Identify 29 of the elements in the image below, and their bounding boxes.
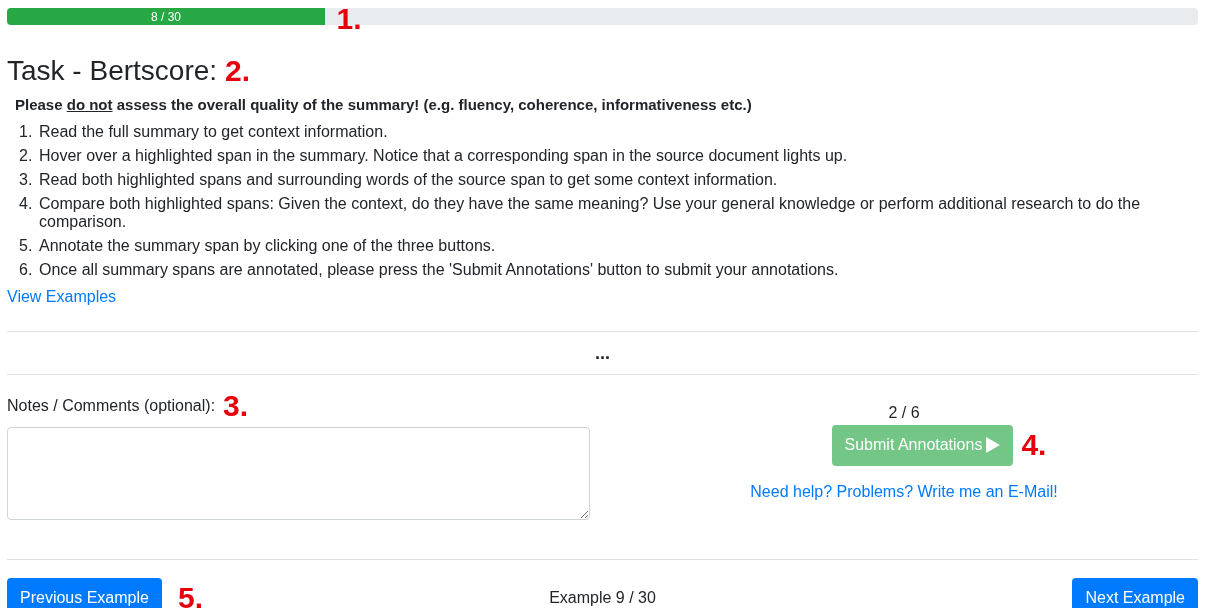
notes-field[interactable]	[7, 426, 590, 520]
annotation-number: 5.	[177, 582, 203, 608]
play-icon	[986, 437, 1001, 453]
view-examples-link[interactable]: View Examples	[7, 284, 1198, 309]
step-text: Hover over a highlighted span in the summary. Notice that a corresponding span in the source document lights up.	[39, 146, 848, 165]
ellipsis: ...	[594, 341, 611, 365]
step-number: 2.	[19, 146, 34, 165]
step-text: Read both highlighted spans and surrounding words of the source span to get some context information.	[39, 170, 778, 189]
step-number: 6.	[19, 260, 34, 279]
annotation-number: 3.	[223, 390, 249, 421]
previous-example-button[interactable]: Previous Example	[7, 577, 162, 608]
step-text: Compare both highlighted spans: Given the context, do they have the same meaning? Use your general knowledge or perform additional research to do the comparison.	[39, 194, 1142, 231]
step-number: 5.	[19, 236, 34, 255]
annotation-number: 4.	[1021, 430, 1047, 460]
step-number: 3.	[19, 170, 34, 189]
step-text: Read the full summary to get context information.	[39, 122, 388, 141]
step-number: 4.	[19, 194, 34, 214]
annotation-count: 2 / 6	[888, 402, 920, 423]
task-title: Task - Bertscore:	[7, 54, 218, 88]
example-position: Example 9 / 30	[549, 587, 656, 608]
annotation-number: 1.	[336, 2, 362, 35]
step-text: Once all summary spans are annotated, please press the 'Submit Annotations' button to submit your annotations.	[39, 260, 839, 279]
notes-label: Notes / Comments (optional):	[7, 395, 216, 416]
step-number: 1.	[19, 122, 34, 141]
notice-text: Please do not assess the overall quality of the summary! (e.g. fluency, coherence, informativeness etc.)	[15, 95, 753, 115]
annotation-number: 2.	[225, 55, 251, 86]
next-example-button[interactable]: Next Example	[1072, 577, 1198, 608]
progress-label: 8 / 30	[150, 8, 181, 26]
step-text: Annotate the summary span by clicking one of the three buttons.	[39, 236, 496, 255]
